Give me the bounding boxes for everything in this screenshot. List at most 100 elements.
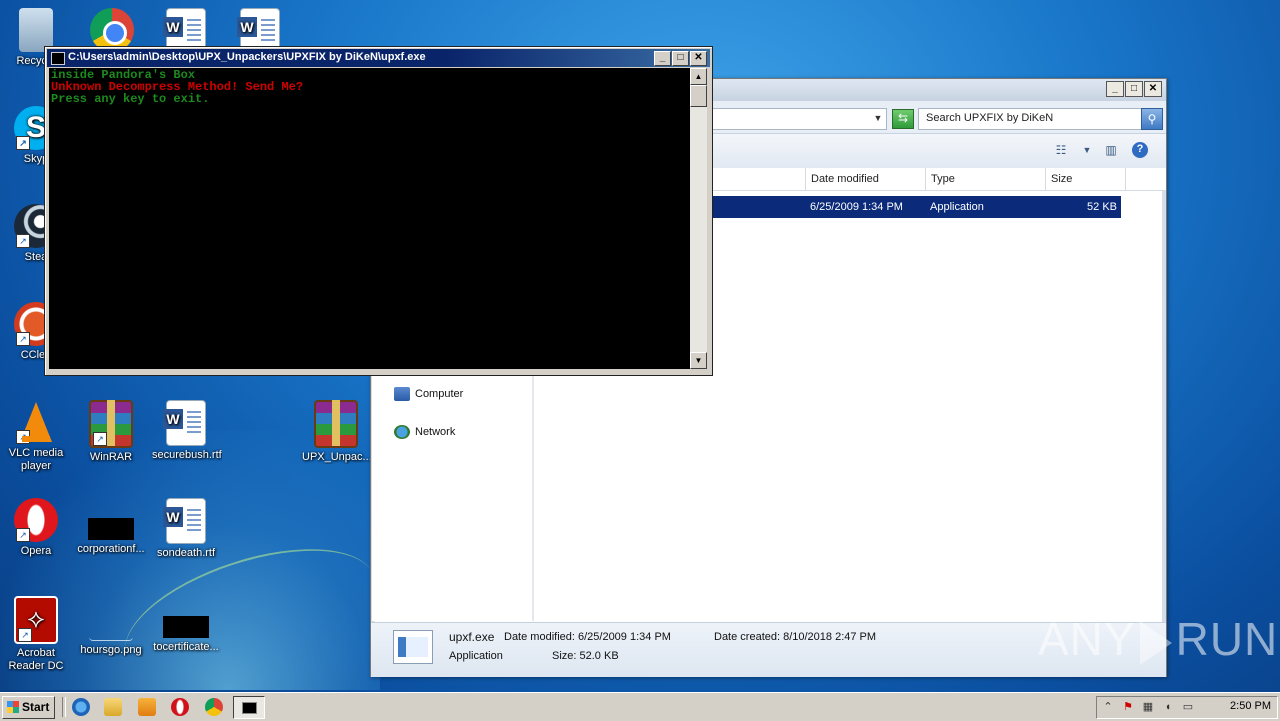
search-input[interactable]: Search UPXFIX by DiKeN: [918, 108, 1144, 130]
nav-item-network[interactable]: Network: [394, 425, 455, 439]
nav-item-computer[interactable]: Computer: [394, 387, 463, 401]
shortcut-arrow-icon: ↗: [16, 332, 30, 346]
column-date-modified[interactable]: Date modified: [805, 168, 924, 190]
close-button[interactable]: ✕: [690, 51, 707, 66]
shortcut-arrow-icon: ↗: [16, 430, 30, 444]
file-type: Application: [930, 201, 984, 213]
system-tray: ⌃ ⚑ ▦ ◖ ▭ 2:50 PM: [1096, 696, 1278, 719]
desktop-icon-hoursgo[interactable]: hoursgo.png: [75, 596, 147, 657]
minimize-button[interactable]: _: [1106, 81, 1124, 97]
details-date-created: Date created: 8/10/2018 2:47 PM: [714, 631, 877, 643]
taskbar: Start ⌃ ⚑ ▦ ◖ ▭ 2:50 PM: [0, 692, 1280, 721]
desktop-icon-label: sondeath.rtf: [156, 547, 216, 559]
desktop-icon-label: hoursgo.png: [80, 644, 142, 656]
chevron-up-icon[interactable]: ⌃: [1101, 700, 1115, 714]
word-document-icon: [163, 400, 206, 446]
blank-file-icon: [88, 518, 134, 540]
desktop-icon-securebush[interactable]: securebush.rtf: [150, 400, 222, 462]
desktop-icon-opera[interactable]: ↗ Opera: [0, 498, 72, 558]
notifications-icon[interactable]: ▭: [1181, 700, 1195, 714]
flag-icon[interactable]: ⚑: [1121, 700, 1135, 714]
desktop-icon-label: tocertificate...: [153, 641, 219, 653]
console-window[interactable]: C:\Users\admin\Desktop\UPX_Unpackers\UPX…: [44, 46, 713, 376]
opera-icon[interactable]: [171, 698, 189, 716]
desktop-icon-label: Opera: [20, 545, 52, 557]
vlc-icon: ↗: [14, 400, 58, 444]
watermark-left: ANY: [1038, 613, 1136, 665]
desktop-icon-corporation[interactable]: corporationf...: [75, 498, 147, 556]
view-options-icon[interactable]: ☷: [1053, 143, 1069, 157]
network-icon[interactable]: ▦: [1141, 700, 1155, 714]
chevron-down-icon[interactable]: ▼: [869, 108, 887, 128]
details-file-name: upxf.exe: [449, 630, 495, 644]
taskbar-console-button[interactable]: [233, 696, 265, 719]
internet-explorer-icon[interactable]: [72, 698, 90, 716]
computer-icon: [394, 387, 410, 401]
network-icon: [394, 425, 410, 439]
help-icon[interactable]: ?: [1132, 142, 1148, 158]
anyrun-watermark: ANY RUN: [1038, 612, 1278, 666]
start-button[interactable]: Start: [2, 696, 55, 719]
details-size: Size: 52.0 KB: [552, 650, 619, 662]
preview-pane-icon[interactable]: ▥: [1103, 143, 1119, 157]
console-icon: [51, 52, 65, 65]
media-player-icon[interactable]: [138, 698, 156, 716]
vertical-scrollbar[interactable]: ▲ ▼: [690, 68, 707, 369]
winrar-icon: [314, 400, 358, 448]
shortcut-arrow-icon: ↗: [93, 432, 107, 446]
close-button[interactable]: ✕: [1144, 81, 1162, 97]
watermark-right: RUN: [1175, 613, 1279, 665]
chevron-down-icon[interactable]: ▼: [1079, 143, 1095, 157]
column-size[interactable]: Size: [1045, 168, 1124, 190]
desktop-icon-winrar[interactable]: ↗ WinRAR: [75, 400, 147, 464]
windows-logo-icon: [7, 701, 19, 713]
minimize-button[interactable]: _: [654, 51, 671, 66]
chrome-icon[interactable]: [205, 698, 223, 716]
blank-file-icon: [163, 616, 209, 638]
acrobat-icon: ⟡ ↗: [14, 596, 58, 644]
details-date-modified: Date modified: 6/25/2009 1:34 PM: [504, 631, 671, 643]
file-size: 52 KB: [1087, 201, 1117, 213]
desktop-icon-label: VLC media player: [8, 447, 64, 472]
taskbar-separator: [62, 697, 66, 717]
desktop-icon-label: UPX_Unpac...: [302, 451, 372, 463]
desktop-icon-acrobat[interactable]: ⟡ ↗ Acrobat Reader DC: [0, 596, 72, 673]
column-type[interactable]: Type: [925, 168, 1044, 190]
refresh-button[interactable]: ⇆: [892, 109, 914, 129]
file-date-modified: 6/25/2009 1:34 PM: [810, 201, 903, 213]
winrar-icon: ↗: [89, 400, 133, 448]
word-document-icon: [163, 498, 206, 544]
nav-item-label: Network: [415, 425, 456, 438]
console-title: C:\Users\admin\Desktop\UPX_Unpackers\UPX…: [68, 51, 426, 63]
maximize-button[interactable]: □: [1125, 81, 1143, 97]
opera-icon: ↗: [14, 498, 58, 542]
shortcut-arrow-icon: ↗: [16, 136, 30, 150]
nav-item-label: Computer: [415, 387, 464, 400]
search-icon[interactable]: ⚲: [1141, 108, 1163, 130]
desktop-icon-tocertificate[interactable]: tocertificate...: [150, 596, 222, 654]
volume-icon[interactable]: ◖: [1161, 700, 1175, 714]
desktop-icon-upx-unpackers[interactable]: UPX_Unpac...: [300, 400, 372, 464]
maximize-button[interactable]: □: [672, 51, 689, 66]
scroll-thumb[interactable]: [690, 85, 707, 107]
desktop-icon-label: securebush.rtf: [152, 449, 222, 461]
scroll-up-button[interactable]: ▲: [690, 68, 707, 85]
console-titlebar[interactable]: C:\Users\admin\Desktop\UPX_Unpackers\UPX…: [47, 49, 710, 67]
console-output[interactable]: inside Pandora's Box Unknown Decompress …: [49, 68, 690, 369]
column-extra: [1125, 168, 1161, 190]
navigation-pane: Computer Network: [372, 371, 534, 621]
desktop-icon-label: corporationf...: [77, 543, 145, 555]
desktop-icon-label: WinRAR: [89, 451, 133, 463]
search-placeholder: Search UPXFIX by DiKeN: [926, 112, 1054, 124]
desktop-icon-sondeath[interactable]: sondeath.rtf: [150, 498, 222, 560]
details-type: Application: [449, 650, 503, 662]
scroll-down-button[interactable]: ▼: [690, 352, 707, 369]
desktop-icon-label: Acrobat Reader DC: [8, 647, 64, 672]
clock[interactable]: 2:50 PM: [1230, 700, 1271, 712]
application-icon: [393, 630, 433, 664]
folder-icon[interactable]: [104, 698, 122, 716]
shortcut-arrow-icon: ↗: [16, 234, 30, 248]
console-icon: [242, 702, 257, 714]
start-label: Start: [22, 700, 50, 714]
desktop-icon-vlc[interactable]: ↗ VLC media player: [0, 400, 72, 473]
